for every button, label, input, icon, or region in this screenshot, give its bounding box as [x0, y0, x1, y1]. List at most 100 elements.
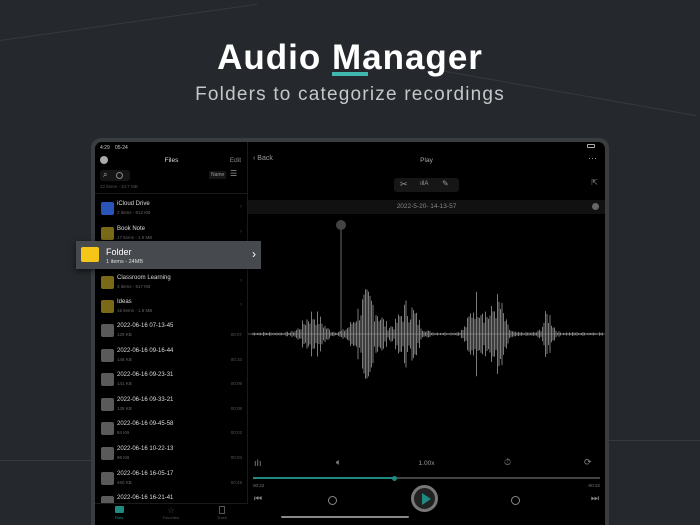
title-part-1: Audio: [217, 38, 332, 77]
voice-text-icon[interactable]: ıllA: [420, 181, 428, 187]
recording-name: 2022-06-16 07-13-45: [117, 323, 174, 329]
tab-bar: Files ☆ Favorites Trash: [95, 503, 248, 525]
recording-row[interactable]: 2022-06-16 07-13-45 129 KB 00:07: [95, 320, 248, 344]
folder-icon: [101, 276, 114, 289]
more-icon[interactable]: ···: [588, 153, 597, 163]
folder-icon: [114, 506, 124, 513]
folder-icon: [81, 247, 99, 262]
star-icon: ☆: [167, 506, 175, 515]
rewind-5-icon[interactable]: [328, 496, 337, 505]
recording-size: 129 KB: [117, 332, 132, 337]
folder-info: 3 items - 917 KB: [117, 284, 151, 289]
folder-info: 17 items - 1.9 MB: [117, 235, 153, 240]
battery-icon: [587, 144, 595, 148]
status-time: 4:29: [100, 145, 110, 151]
recording-size: 460 KB: [117, 479, 132, 485]
home-indicator: [281, 516, 409, 518]
remaining-time: -00:32: [587, 483, 600, 488]
recording-duration: 00:49: [230, 479, 242, 485]
tab-trash[interactable]: Trash: [202, 506, 242, 520]
recording-duration: 00:08: [230, 405, 242, 411]
folder-icon: [101, 227, 114, 240]
folder-name: iCloud Drive: [117, 201, 150, 207]
player-title: Play: [420, 157, 433, 164]
folder-name: Book Note: [117, 226, 146, 232]
chevron-right-icon: ›: [252, 247, 256, 261]
status-date: 05-24: [115, 145, 128, 151]
title-part-2: M: [331, 38, 363, 77]
files-title: Files: [164, 157, 179, 164]
folder-row-highlighted[interactable]: Folder 1 items - 24MB ›: [76, 241, 261, 269]
recording-size: 141 KB: [117, 381, 132, 387]
audio-file-icon: [101, 348, 114, 362]
playhead-handle[interactable]: [336, 220, 346, 230]
tab-label: Favorites: [162, 515, 180, 520]
page-subtitle: Folders to categorize recordings: [195, 84, 505, 105]
share-icon[interactable]: ⇱: [591, 178, 598, 187]
recording-row[interactable]: 2022-06-16 10-22-13 96 KB 00:03: [95, 443, 248, 467]
recording-name: 2022-5-20- 14-13-57: [396, 203, 457, 210]
tab-label: Trash: [216, 515, 228, 520]
folder-name: Folder: [106, 247, 132, 257]
tab-label: Files: [114, 515, 124, 520]
recording-row[interactable]: 2022-06-16 16-05-17 460 KB 00:49: [95, 468, 248, 492]
recording-name: 2022-06-16 09-45-58: [117, 421, 174, 428]
folder-row-classroom[interactable]: Classroom Learning 3 items - 917 KB ›: [95, 272, 248, 296]
chevron-right-icon: ›: [240, 229, 242, 235]
recording-row[interactable]: 2022-06-16 09-23-31 141 KB 00:09: [95, 369, 248, 393]
elapsed-time: 00:22: [253, 483, 265, 488]
timer-icon[interactable]: ⏱︎: [504, 457, 511, 468]
tab-favorites[interactable]: ☆ Favorites: [151, 506, 191, 520]
recording-row[interactable]: 2022-06-16 09-33-21 138 KB 00:08: [95, 394, 248, 418]
cloud-icon: [101, 202, 114, 215]
recording-row[interactable]: 2022-06-16 09-45-58 84 KB 00:02: [95, 418, 248, 442]
forward-5-icon[interactable]: [511, 496, 520, 505]
recording-name: 2022-06-16 09-33-21: [117, 396, 174, 403]
skip-next-icon[interactable]: ⏭︎: [591, 493, 599, 504]
recording-name: 2022-06-16 16-21-41: [117, 495, 174, 502]
recording-duration: 00:07: [230, 332, 242, 337]
recording-duration: 00:02: [230, 430, 242, 436]
folder-row-icloud[interactable]: iCloud Drive 2 items - 812 KB ›: [95, 198, 248, 222]
skip-previous-icon[interactable]: ⏮︎: [254, 493, 262, 504]
sort-button[interactable]: Name: [209, 171, 227, 179]
recording-row[interactable]: 2022-06-16 09-16-44 148 KB 00:10: [95, 345, 248, 369]
edit-button[interactable]: Edit: [230, 157, 241, 164]
progress-slider[interactable]: [253, 475, 600, 481]
speed-button[interactable]: 1.00x: [248, 460, 605, 467]
play-button[interactable]: [411, 485, 438, 512]
search-icon[interactable]: ⌕: [103, 170, 107, 180]
title-part-3: anager: [362, 38, 483, 77]
folder-row-ideas[interactable]: Ideas 15 items - 1.6 MB ›: [95, 296, 248, 320]
audio-file-icon: [101, 324, 114, 337]
waveform[interactable]: [248, 214, 605, 454]
folder-info: 1 items - 24MB: [106, 259, 143, 265]
recording-name: 2022-06-16 10-22-13: [117, 446, 174, 452]
audio-file-icon: [101, 373, 114, 387]
recording-size: 96 KB: [117, 455, 130, 460]
chevron-right-icon: ›: [240, 204, 242, 210]
items-summary: 22 items - 10.7 MB: [100, 184, 138, 189]
folder-name: Classroom Learning: [117, 275, 171, 281]
recording-name: 2022-06-16 16-05-17: [117, 470, 174, 477]
files-panel: 4:29 05-24 Files Edit ⌕ Name ☰ 22 items …: [95, 142, 248, 525]
recording-duration: 00:03: [230, 455, 242, 460]
loop-icon[interactable]: ⟳: [584, 457, 592, 468]
sort-order-icon[interactable]: ☰: [230, 169, 237, 178]
folder-name: Ideas: [117, 299, 132, 305]
record-icon[interactable]: [116, 172, 123, 179]
page-title: Audio Manager: [0, 38, 700, 78]
audio-file-icon: [101, 471, 114, 485]
recording-name: 2022-06-16 09-16-44: [117, 347, 174, 354]
folder-info: 15 items - 1.6 MB: [117, 308, 153, 313]
recording-size: 84 KB: [117, 430, 130, 436]
collapse-icon[interactable]: [592, 203, 599, 210]
chevron-right-icon: ›: [240, 278, 242, 284]
recording-duration: 00:09: [230, 381, 242, 387]
scissors-icon[interactable]: ✂: [400, 179, 408, 190]
tab-files[interactable]: Files: [99, 506, 139, 520]
edit-icon[interactable]: ✎: [442, 179, 449, 188]
slider-thumb[interactable]: [392, 475, 398, 481]
audio-file-icon: [101, 422, 114, 436]
play-icon: [422, 493, 431, 505]
